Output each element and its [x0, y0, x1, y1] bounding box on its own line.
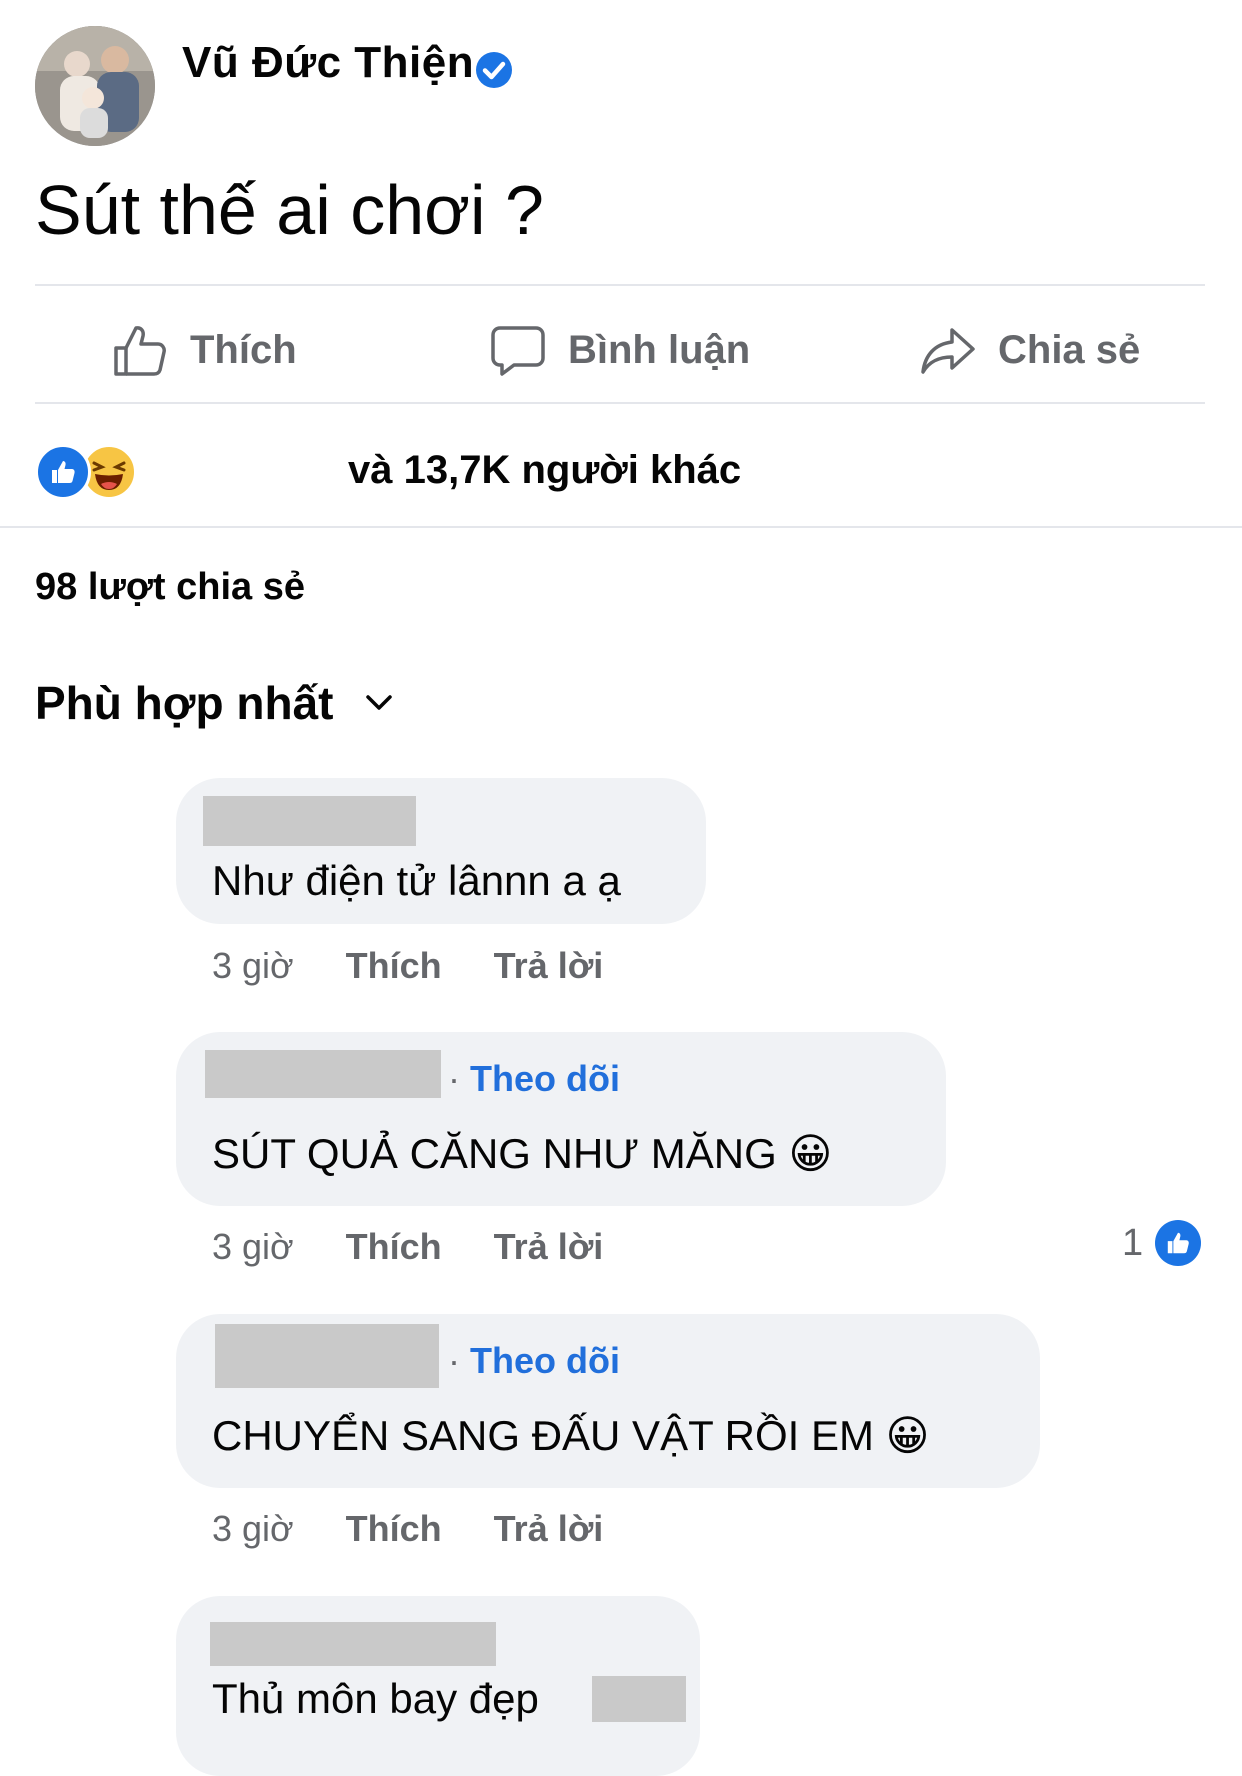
comment-reply-button[interactable]: Trả lời: [494, 1226, 604, 1268]
follow-label: Theo dõi: [470, 1340, 620, 1381]
share-arrow-icon: [921, 328, 975, 374]
reaction-icons[interactable]: [35, 444, 137, 500]
comment-like-button[interactable]: Thích: [346, 1226, 442, 1268]
comment-time[interactable]: 3 giờ: [212, 945, 294, 987]
redacted-commenter-name: [210, 1622, 496, 1666]
comment-time[interactable]: 3 giờ: [212, 1508, 294, 1550]
comment-time[interactable]: 3 giờ: [212, 1226, 294, 1268]
comment-meta: 3 giờ Thích Trả lời: [212, 945, 655, 987]
comment-like-button[interactable]: Thích: [346, 1508, 442, 1550]
comment-reply-button[interactable]: Trả lời: [494, 945, 604, 987]
follow-link[interactable]: · Theo dõi: [448, 1340, 620, 1382]
comment-reply-button[interactable]: Trả lời: [494, 1508, 604, 1550]
comment-text: CHUYỂN SANG ĐẤU VẬT RỒI EM 😀: [212, 1412, 930, 1459]
divider: [35, 284, 1205, 286]
like-count-number: 1: [1122, 1221, 1144, 1264]
divider: [0, 526, 1242, 528]
like-button[interactable]: Thích: [112, 320, 297, 380]
reaction-summary[interactable]: và 13,7K người khác: [348, 444, 741, 496]
redacted-text: [592, 1676, 686, 1722]
verified-badge-icon: [474, 50, 514, 90]
follow-link[interactable]: · Theo dõi: [448, 1058, 620, 1100]
chevron-down-icon: [366, 695, 393, 710]
redacted-commenter-name: [205, 1050, 441, 1098]
comment-sort-dropdown[interactable]: Phù hợp nhất: [35, 676, 393, 730]
comment-text: Thủ môn bay đẹp: [212, 1675, 539, 1722]
post-text: Sút thế ai chơi ?: [35, 171, 544, 249]
share-label: Chia sẻ: [998, 327, 1141, 372]
share-button[interactable]: Chia sẻ: [920, 320, 1140, 380]
comment-label: Bình luận: [568, 327, 751, 372]
sort-label: Phù hợp nhất: [35, 677, 334, 729]
follow-label: Theo dõi: [470, 1058, 620, 1099]
comment-text: SÚT QUẢ CĂNG NHƯ MĂNG 😀: [212, 1130, 833, 1177]
like-reaction-icon: [1155, 1220, 1202, 1266]
comment-like-button[interactable]: Thích: [346, 945, 442, 987]
author-avatar[interactable]: [35, 26, 155, 146]
divider: [35, 402, 1205, 404]
redacted-commenter-name: [203, 796, 416, 846]
like-reaction-icon: [35, 444, 91, 500]
redacted-commenter-name: [215, 1324, 439, 1388]
author-name[interactable]: Vũ Đức Thiện: [182, 38, 474, 88]
comment-meta: 3 giờ Thích Trả lời: [212, 1226, 655, 1268]
thumbs-up-icon: [114, 326, 166, 376]
comment-like-count[interactable]: 1: [1122, 1220, 1202, 1266]
comment-text: Như điện tử lânnn a ạ: [212, 857, 621, 904]
share-count[interactable]: 98 lượt chia sẻ: [35, 566, 305, 609]
comment-icon: [491, 326, 545, 376]
like-label: Thích: [190, 327, 297, 372]
comment-button[interactable]: Bình luận: [490, 320, 750, 380]
comment-meta: 3 giờ Thích Trả lời: [212, 1508, 655, 1550]
